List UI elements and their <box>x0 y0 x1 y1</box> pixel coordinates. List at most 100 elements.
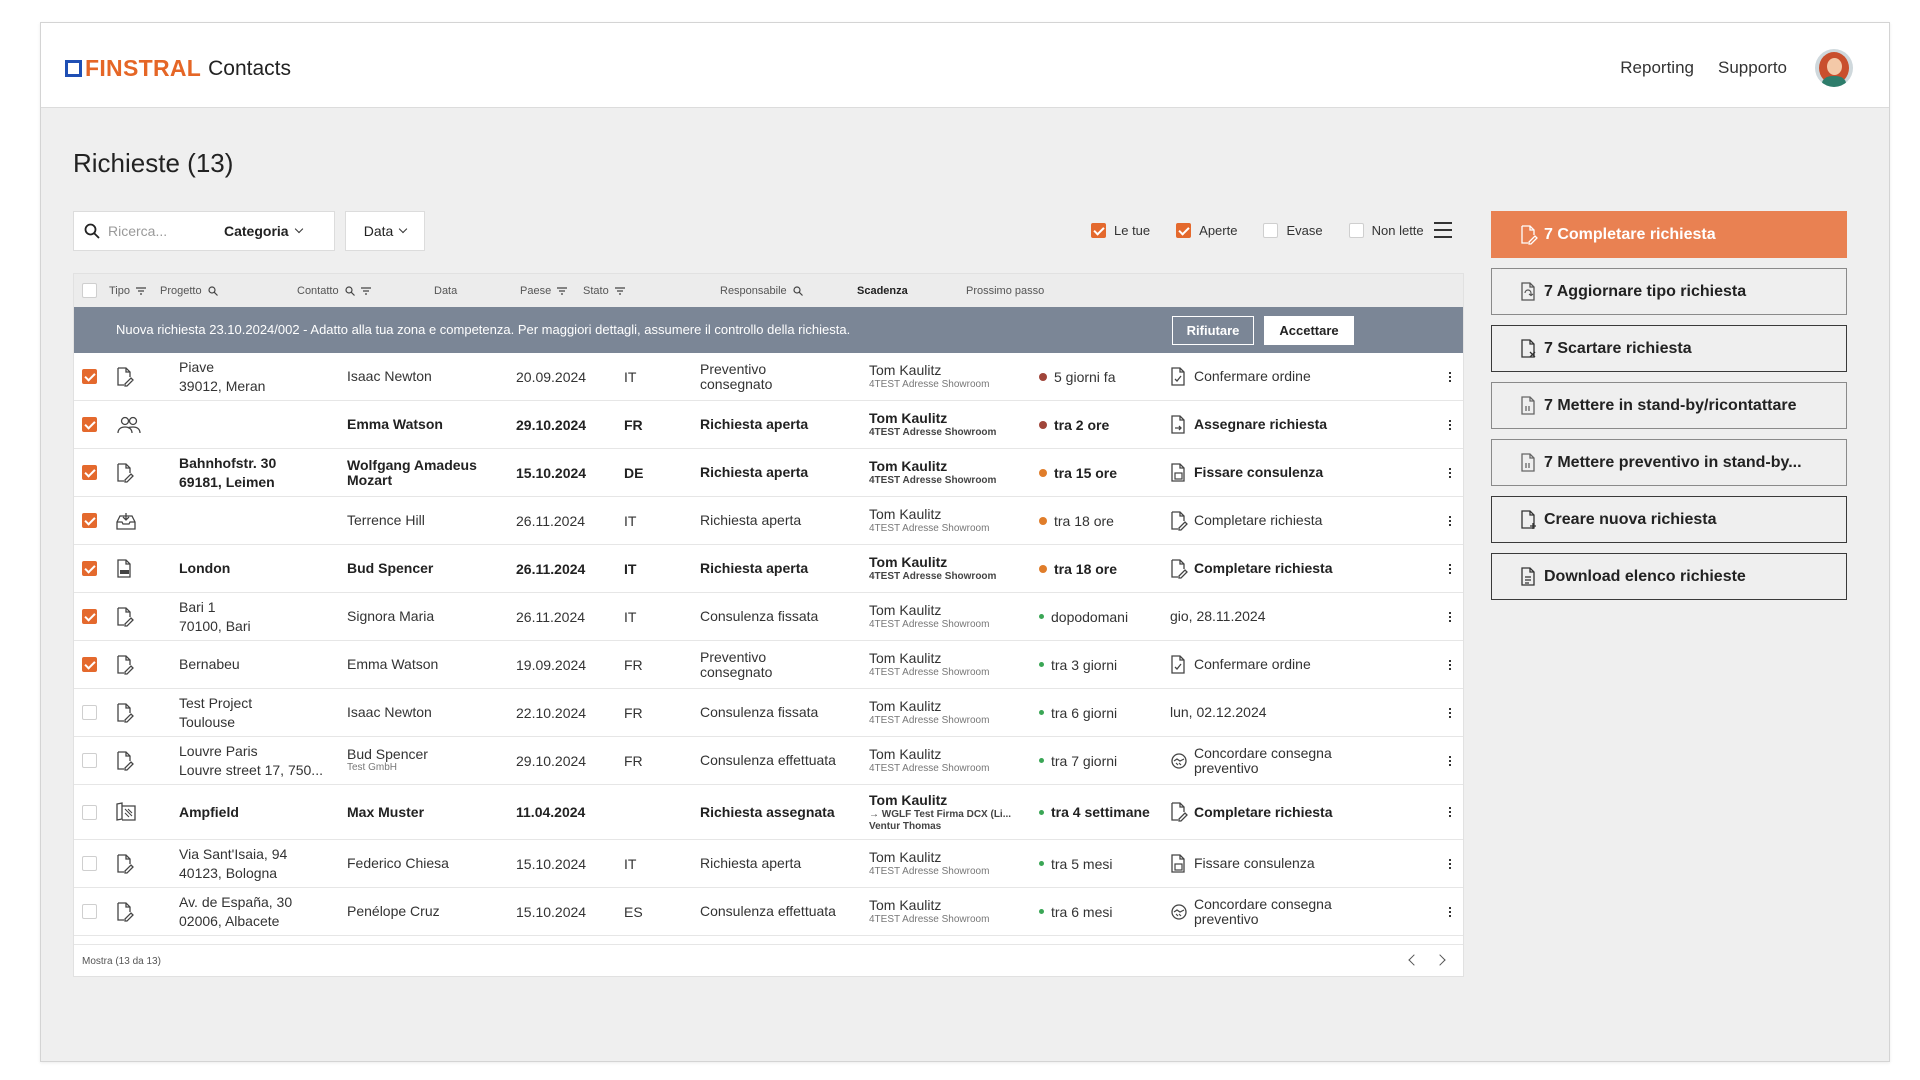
col-stato[interactable]: Stato <box>583 274 625 307</box>
finstral-logo[interactable]: FINSTRAL Contacts <box>65 55 291 82</box>
table-row[interactable]: Test Project Toulouse Isaac Newton 22.10.… <box>74 689 1463 737</box>
table-row[interactable]: London Bud Spencer 26.11.2024 IT Richies… <box>74 545 1463 593</box>
accept-button[interactable]: Accettare <box>1264 316 1354 345</box>
row-menu-icon[interactable] <box>1447 449 1453 496</box>
document-calendar-icon <box>1170 853 1194 874</box>
col-scadenza[interactable]: Scadenza <box>857 274 908 307</box>
col-tipo[interactable]: Tipo <box>109 274 146 307</box>
nav-reporting-link[interactable]: Reporting <box>1620 58 1694 78</box>
filter-checkbox[interactable] <box>1176 223 1192 238</box>
action-button-2[interactable]: 7 Aggiornare tipo richiesta <box>1491 268 1847 315</box>
nav-supporto-link[interactable]: Supporto <box>1718 58 1787 78</box>
cell-line: Confermare ordine <box>1194 368 1311 384</box>
search-input[interactable] <box>108 223 218 239</box>
row-checkbox[interactable] <box>82 856 97 871</box>
row-checkbox[interactable] <box>82 657 97 672</box>
table-row[interactable]: Terrence Hill 26.11.2024 IT Richiesta ap… <box>74 497 1463 545</box>
row-menu-icon[interactable] <box>1447 840 1453 887</box>
responsible-name: Tom Kaulitz <box>869 458 948 474</box>
status-cell: Richiesta aperta <box>700 417 808 432</box>
filter-evase[interactable]: Evase <box>1263 223 1323 238</box>
row-checkbox[interactable] <box>82 417 97 432</box>
search-icon <box>207 285 218 296</box>
reject-button[interactable]: Rifiutare <box>1172 316 1254 345</box>
responsible-cell: Tom Kaulitz 4TEST Adresse Showroom <box>869 554 996 583</box>
cell-line: 4TEST Adresse Showroom <box>869 427 997 438</box>
table-row[interactable]: Piave 39012, Meran Isaac Newton 20.09.202… <box>74 353 1463 401</box>
filter-checkbox[interactable] <box>1091 223 1106 238</box>
table-row[interactable]: Av. de España, 30 02006, Albacete Penélop… <box>74 888 1463 936</box>
cell-line: Confermare ordine <box>1194 656 1311 672</box>
action-button-5[interactable]: 7 Mettere preventivo in stand-by... <box>1491 439 1847 486</box>
table-row[interactable]: Louvre Paris Louvre street 17, 750... Bud… <box>74 737 1463 785</box>
row-checkbox[interactable] <box>82 753 97 768</box>
next-step-cell: lun, 02.12.2024 <box>1170 705 1267 720</box>
col-prossimo-passo[interactable]: Prossimo passo <box>966 274 1044 307</box>
filter-le-tue[interactable]: Le tue <box>1091 223 1150 238</box>
row-menu-icon[interactable] <box>1447 497 1453 544</box>
deadline-cell: tra 18 ore <box>1054 512 1114 529</box>
action-button-3[interactable]: 7 Scartare richiesta <box>1491 325 1847 372</box>
project-cell: Via Sant'Isaia, 94 40123, Bologna <box>179 845 287 883</box>
cell-line: Louvre Paris <box>179 742 258 759</box>
row-menu-icon[interactable] <box>1447 593 1453 640</box>
table-row[interactable]: Emma Watson 29.10.2024 FR Richiesta aper… <box>74 401 1463 449</box>
row-checkbox[interactable] <box>82 561 97 576</box>
action-button-1[interactable]: 7 Completare richiesta <box>1491 211 1847 258</box>
row-checkbox[interactable] <box>82 705 97 720</box>
filter-checkbox[interactable] <box>1263 223 1279 238</box>
filter-checkbox[interactable] <box>1348 223 1364 238</box>
contact-company: Test GmbH <box>347 762 398 773</box>
prev-page-icon[interactable] <box>1408 954 1420 966</box>
next-page-icon[interactable] <box>1434 954 1446 966</box>
col-data[interactable]: Data <box>434 274 457 307</box>
status-dot <box>1039 861 1044 866</box>
date-dropdown[interactable]: Data <box>345 211 425 251</box>
row-menu-icon[interactable] <box>1447 641 1453 688</box>
row-checkbox[interactable] <box>82 465 97 480</box>
row-menu-icon[interactable] <box>1447 353 1453 400</box>
row-menu-icon[interactable] <box>1447 737 1453 784</box>
row-checkbox[interactable] <box>82 369 97 384</box>
select-all-checkbox[interactable] <box>82 274 97 307</box>
action-button-7[interactable]: Download elenco richieste <box>1491 553 1847 600</box>
new-request-banner: Nuova richiesta 23.10.2024/002 - Adatto … <box>74 307 1463 353</box>
table-row[interactable]: Bari 1 70100, Bari Signora Maria 26.11.20… <box>74 593 1463 641</box>
row-checkbox[interactable] <box>82 609 97 624</box>
date-cell: 22.10.2024 <box>516 704 587 721</box>
row-checkbox[interactable] <box>82 904 97 919</box>
search-icon <box>84 223 100 239</box>
document-calendar-icon <box>1170 462 1194 483</box>
col-responsabile-label: Responsabile <box>720 284 787 297</box>
row-menu-icon[interactable] <box>1447 689 1453 736</box>
row-checkbox[interactable] <box>82 513 97 528</box>
responsible-cell: Tom Kaulitz 4TEST Adresse Showroom <box>869 650 989 679</box>
action-button-6[interactable]: Creare nuova richiesta <box>1491 496 1847 543</box>
col-contatto[interactable]: Contatto <box>297 274 371 307</box>
row-menu-icon[interactable] <box>1447 785 1453 839</box>
row-menu-icon[interactable] <box>1447 888 1453 935</box>
row-checkbox[interactable] <box>82 804 97 820</box>
cell-line: 70100, Bari <box>179 617 251 634</box>
col-paese[interactable]: Paese <box>520 274 568 307</box>
user-avatar[interactable] <box>1815 49 1853 87</box>
table-row[interactable]: Via Sant'Isaia, 94 40123, Bologna Federic… <box>74 840 1463 888</box>
row-menu-icon[interactable] <box>1447 401 1453 448</box>
cell-line: Consulenza fissata <box>700 704 819 720</box>
col-progetto[interactable]: Progetto <box>160 274 218 307</box>
col-responsabile[interactable]: Responsabile <box>720 274 803 307</box>
cell-line: Richiesta aperta <box>700 855 802 871</box>
cell-line: Bud Spencer <box>347 560 434 576</box>
filter-non-lette[interactable]: Non lette <box>1348 223 1424 238</box>
table-row[interactable]: Bahnhofstr. 30 69181, Leimen Wolfgang Ama… <box>74 449 1463 497</box>
table-row[interactable]: Bernabeu Emma Watson 19.09.2024 FR Preve… <box>74 641 1463 689</box>
column-menu-icon[interactable] <box>1434 222 1452 238</box>
filter-aperte[interactable]: Aperte <box>1176 223 1237 238</box>
country-cell: IT <box>624 368 637 385</box>
col-data-label: Data <box>434 284 458 297</box>
row-menu-icon[interactable] <box>1447 545 1453 592</box>
table-row[interactable]: Ampfield Max Muster 11.04.2024 Richiesta… <box>74 785 1463 840</box>
document-edit-icon <box>116 853 134 874</box>
action-button-4[interactable]: 7 Mettere in stand-by/ricontattare <box>1491 382 1847 429</box>
category-dropdown[interactable]: Categoria <box>224 223 303 239</box>
